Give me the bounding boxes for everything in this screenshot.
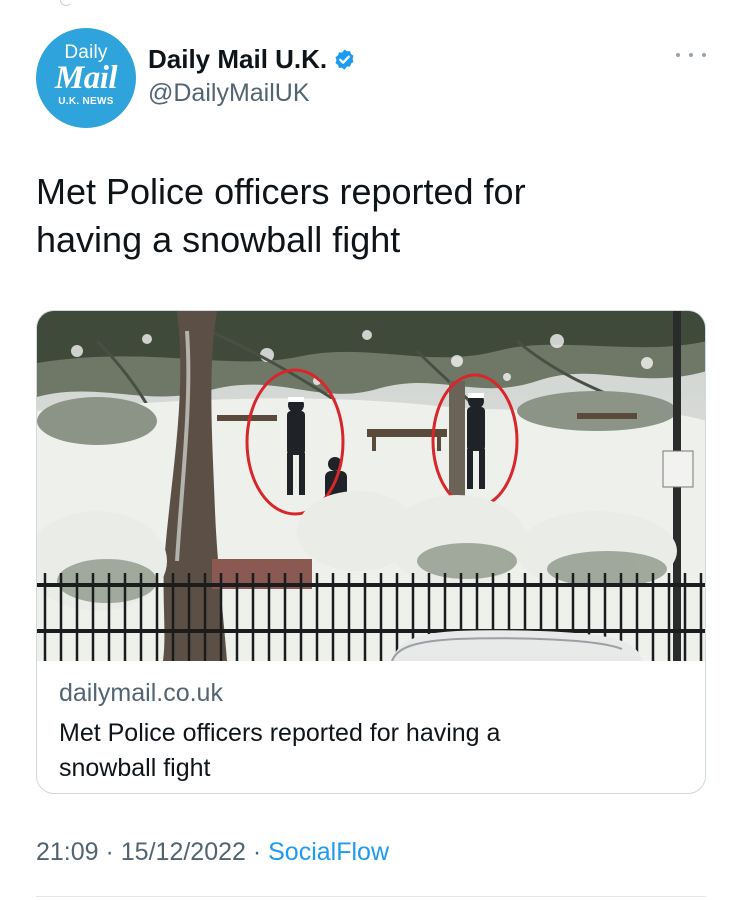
more-options-icon[interactable] bbox=[676, 50, 706, 60]
card-body[interactable]: dailymail.co.uk Met Police officers repo… bbox=[37, 661, 705, 793]
back-arc-fragment bbox=[60, 0, 72, 6]
avatar[interactable]: Daily Mail U.K. NEWS bbox=[36, 28, 136, 128]
link-card[interactable]: dailymail.co.uk Met Police officers repo… bbox=[36, 310, 706, 794]
tweet-date[interactable]: 15/12/2022 bbox=[121, 838, 246, 866]
display-name[interactable]: Daily Mail U.K. bbox=[148, 44, 327, 75]
tweet-time[interactable]: 21:09 bbox=[36, 838, 99, 866]
tweet-meta: 21:09 · 15/12/2022 · SocialFlow bbox=[36, 838, 389, 867]
card-image[interactable] bbox=[37, 311, 706, 661]
account-names: Daily Mail U.K. @DailyMailUK bbox=[148, 44, 356, 108]
meta-separator: · bbox=[98, 838, 121, 866]
tweet-header: Daily Mail U.K. NEWS Daily Mail U.K. @Da… bbox=[36, 28, 706, 128]
verified-badge-icon bbox=[335, 49, 354, 70]
divider bbox=[36, 896, 706, 897]
card-title: Met Police officers reported for having … bbox=[59, 719, 501, 782]
tweet-text: Met Police officers reported for having … bbox=[36, 168, 696, 264]
avatar-logo-subtitle: U.K. NEWS bbox=[58, 96, 114, 107]
meta-separator: · bbox=[245, 838, 269, 866]
avatar-logo-mail: Mail bbox=[54, 60, 118, 96]
display-name-row: Daily Mail U.K. bbox=[148, 44, 356, 75]
card-domain: dailymail.co.uk bbox=[59, 679, 223, 707]
account-handle[interactable]: @DailyMailUK bbox=[148, 79, 356, 108]
tweet-source-link[interactable]: SocialFlow bbox=[268, 838, 389, 866]
tweet-text-line-2: having a snowball fight bbox=[36, 219, 401, 260]
tweet-text-line-1: Met Police officers reported for bbox=[36, 171, 526, 212]
